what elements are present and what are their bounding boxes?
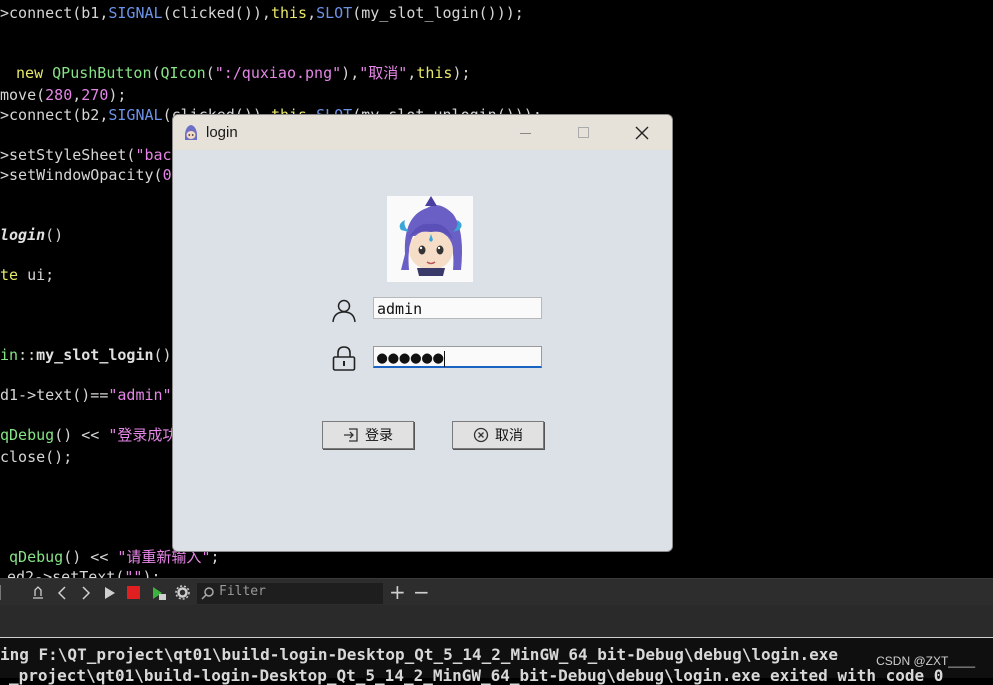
maximize-icon	[578, 126, 589, 138]
search-icon	[201, 587, 214, 600]
next-icon[interactable]	[80, 585, 92, 601]
output-line: ing F:\QT_project\qt01\build-login-Deskt…	[0, 645, 839, 664]
code-token: qDebug	[0, 548, 64, 566]
code-token: (	[205, 64, 215, 82]
login-icon	[344, 428, 358, 442]
code-token: )	[341, 64, 351, 82]
code-token: >connect(b2,	[0, 106, 109, 124]
code-token: my_slot_login	[36, 346, 154, 364]
code-token: ()	[45, 226, 64, 244]
password-input[interactable]: ●●●●●●	[373, 346, 542, 368]
stop-icon[interactable]	[127, 586, 140, 599]
code-token: >setWindowOpacity(	[0, 166, 163, 184]
gear-icon[interactable]	[175, 585, 190, 600]
code-line: close();	[0, 447, 72, 467]
code-token: d1->text()==	[0, 386, 109, 404]
code-token: SIGNAL	[108, 4, 163, 22]
debug-run-icon[interactable]	[151, 585, 167, 601]
code-token: () <<	[54, 426, 109, 444]
code-line: login()	[0, 225, 63, 245]
code-token: "取消"	[359, 64, 408, 82]
code-token: >connect(b1,	[0, 4, 109, 22]
login-form: admin ●●●●●● 登录 取消	[173, 150, 672, 551]
text-cursor	[444, 350, 446, 367]
code-token: in	[0, 346, 19, 364]
avatar	[387, 196, 473, 282]
login-button[interactable]: 登录	[322, 421, 414, 449]
cancel-button[interactable]: 取消	[452, 421, 544, 449]
add-button[interactable]: +	[389, 579, 406, 606]
code-token: te	[0, 266, 19, 284]
code-token: SLOT	[316, 4, 353, 22]
login-window: login admin ●●●●●● 登录 取消	[172, 114, 673, 552]
filter-input[interactable]: Filter	[196, 582, 384, 605]
code-token: 270	[81, 86, 109, 104]
code-token: 280	[45, 86, 73, 104]
code-token: ()	[153, 346, 172, 364]
code-token: qDebug	[0, 426, 55, 444]
close-button[interactable]	[614, 115, 670, 150]
password-mask: ●●●●●●	[377, 348, 445, 368]
code-token: this	[416, 64, 453, 82]
code-line: in::my_slot_login()	[0, 345, 172, 365]
code-token: "admin"	[108, 386, 172, 404]
code-token: QPushButton	[52, 64, 152, 82]
lock-icon	[332, 346, 356, 371]
run-icon[interactable]	[103, 585, 117, 601]
code-token: move(	[0, 86, 46, 104]
code-line: qDebug() << "登录成功";	[0, 425, 195, 445]
code-token: this	[270, 4, 308, 22]
code-token: (clicked()),	[162, 4, 271, 22]
code-token: (	[151, 64, 161, 82]
code-token: ui;	[18, 266, 55, 284]
remove-button[interactable]: −	[413, 579, 430, 606]
minimize-button[interactable]	[498, 115, 554, 150]
window-title: login	[206, 124, 238, 141]
code-token: new	[7, 64, 53, 82]
prev-icon[interactable]	[56, 585, 68, 601]
code-line: te ui;	[0, 265, 54, 285]
code-token: SIGNAL	[108, 106, 163, 124]
code-line: >connect(b1,SIGNAL(clicked()),this,SLOT(…	[0, 3, 524, 23]
title-bar[interactable]: login	[173, 115, 672, 150]
code-token: ::	[18, 346, 37, 364]
code-token: >setStyleSheet(	[0, 146, 136, 164]
code-token: close();	[0, 448, 73, 466]
code-token: (my_slot_login()));	[352, 4, 524, 22]
code-token: () <<	[63, 548, 118, 566]
code-line: move(280,270);	[0, 85, 126, 105]
code-token: ,	[72, 86, 82, 104]
code-token: ,	[350, 64, 360, 82]
code-token: login	[0, 226, 46, 244]
separator-icon	[0, 585, 1, 600]
application-output[interactable]: ing F:\QT_project\qt01\build-login-Deskt…	[0, 638, 993, 685]
code-token: QIcon	[160, 64, 206, 82]
code-token: ":/quxiao.png"	[214, 64, 342, 82]
filter-placeholder: Filter	[219, 584, 266, 599]
minimize-icon	[520, 132, 531, 134]
login-label: 登录	[365, 428, 393, 444]
close-icon	[635, 126, 649, 139]
username-input[interactable]: admin	[373, 297, 542, 319]
panel-gap	[0, 605, 993, 638]
code-line: new QPushButton(QIcon(":/quxiao.png"),"取…	[7, 63, 471, 83]
code-token: ,	[307, 4, 317, 22]
cancel-icon	[473, 427, 489, 443]
app-icon	[185, 125, 197, 140]
cancel-label: 取消	[495, 428, 523, 444]
code-token: ,	[407, 64, 417, 82]
output-line: _project\qt01\build-login-Desktop_Qt_5_1…	[9, 666, 944, 685]
output-toolbar: Filter + −	[0, 578, 993, 606]
maximize-button[interactable]	[556, 115, 612, 150]
code-token: );	[452, 64, 471, 82]
code-token: );	[108, 86, 127, 104]
user-icon	[332, 299, 356, 323]
watermark: CSDN @ZXT____	[876, 654, 975, 668]
attach-icon[interactable]	[30, 585, 46, 601]
